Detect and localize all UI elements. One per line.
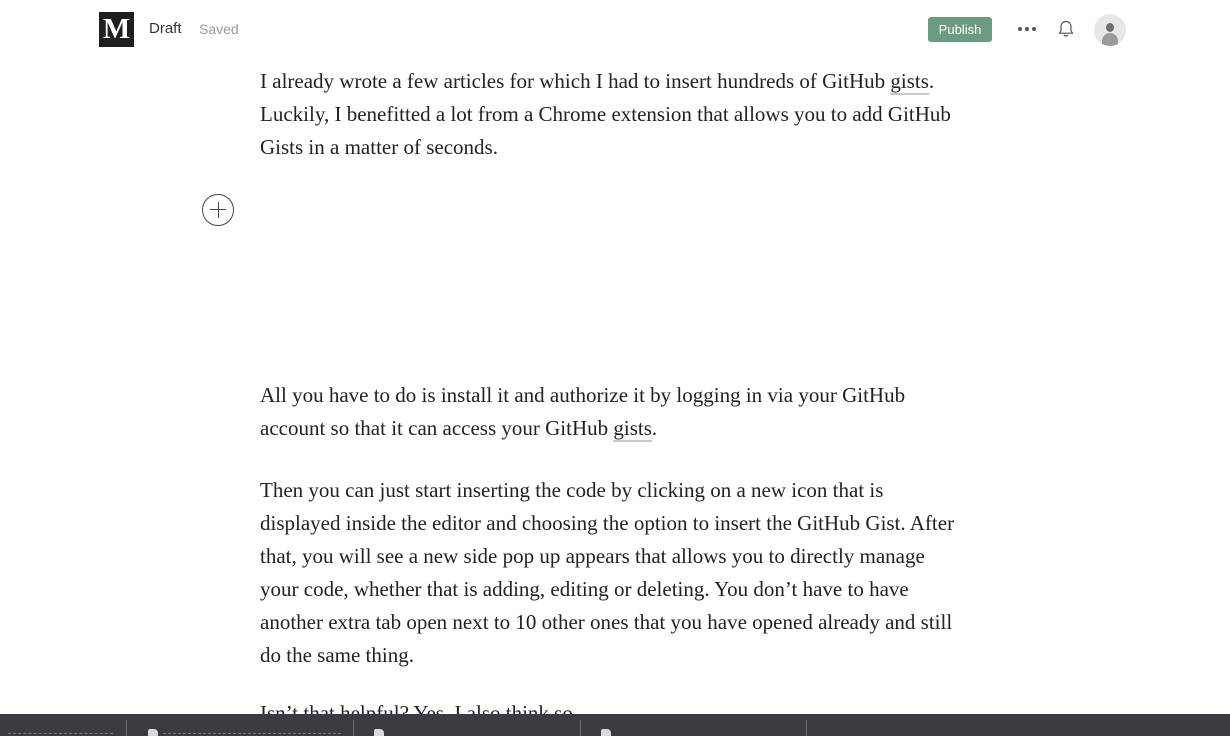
gists-link[interactable]: gists (613, 416, 652, 442)
dot (1032, 27, 1036, 31)
avatar-head (1106, 23, 1114, 32)
bar-divider (580, 720, 581, 736)
saved-status: Saved (199, 21, 239, 37)
top-bar: M Draft Saved Publish (0, 0, 1230, 60)
draft-label: Draft (149, 20, 182, 37)
article-paragraph[interactable]: All you have to do is install it and aut… (260, 379, 960, 445)
article-paragraph[interactable]: I already wrote a few articles for which… (260, 65, 960, 164)
paragraph-text: All you have to do is install it and aut… (260, 383, 906, 440)
bar-item-placeholder (8, 733, 113, 734)
file-icon[interactable] (148, 729, 158, 736)
download-bar (0, 714, 1230, 736)
dot (1018, 27, 1022, 31)
dot (1025, 27, 1029, 31)
paragraph-text: . (651, 416, 658, 440)
bar-divider (126, 720, 127, 736)
medium-logo-icon[interactable]: M (99, 12, 134, 47)
publish-button[interactable]: Publish (928, 17, 992, 42)
bell-icon[interactable] (1056, 19, 1076, 39)
insert-plus-icon[interactable] (202, 194, 234, 226)
article-paragraph[interactable]: Then you can just start inserting the co… (260, 474, 960, 672)
avatar[interactable] (1094, 14, 1126, 46)
file-icon[interactable] (601, 729, 611, 736)
bar-divider (353, 720, 354, 736)
gists-link[interactable]: gists (890, 69, 929, 95)
file-icon[interactable] (374, 729, 384, 736)
bar-item-placeholder (163, 733, 341, 734)
bar-divider (806, 720, 807, 736)
avatar-body (1102, 33, 1118, 46)
paragraph-text: I already wrote a few articles for which… (260, 69, 891, 93)
more-options-icon[interactable] (1016, 18, 1038, 40)
